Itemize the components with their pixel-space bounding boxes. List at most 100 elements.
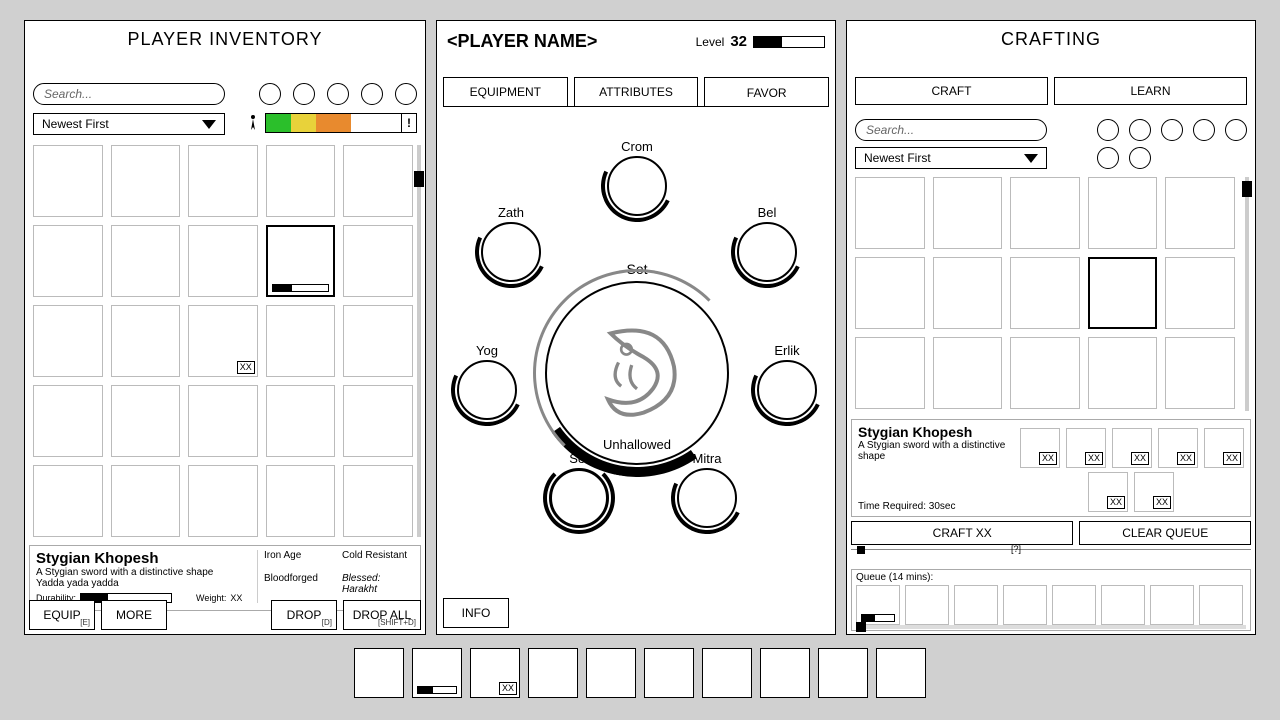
inv-slot[interactable] [111,465,181,537]
more-button[interactable]: MORE [101,600,167,630]
recipe-slot[interactable] [855,257,925,329]
hotbar-slot[interactable] [818,648,868,698]
hotbar-slot[interactable] [354,648,404,698]
inv-slot[interactable] [266,305,336,377]
recipe-slot[interactable] [1165,257,1235,329]
recipe-slot[interactable] [1010,337,1080,409]
inv-slot[interactable] [33,225,103,297]
filter-dot-4[interactable] [361,83,383,105]
info-button[interactable]: INFO [443,598,509,628]
inventory-scrollbar[interactable] [417,145,421,537]
recipe-slot[interactable] [1088,337,1158,409]
favor-zath[interactable]: Zath [481,205,541,282]
inv-slot[interactable] [188,145,258,217]
recipe-slot[interactable] [855,177,925,249]
inv-slot[interactable] [111,225,181,297]
inv-slot[interactable] [33,465,103,537]
hotbar-slot[interactable] [586,648,636,698]
inv-slot[interactable]: XX [188,305,258,377]
favor-mitra[interactable]: Mitra [677,451,737,528]
recipe-slot[interactable] [933,177,1003,249]
recipe-slot[interactable] [855,337,925,409]
drop-button[interactable]: DROP[D] [271,600,337,630]
inv-slot[interactable] [266,145,336,217]
tab-equipment[interactable]: EQUIPMENT [443,77,568,107]
ingredient-slot[interactable]: XX [1204,428,1244,468]
inv-slot[interactable] [111,385,181,457]
crafting-sort[interactable]: Newest First [855,147,1047,169]
craft-filter-6[interactable] [1097,147,1119,169]
craft-filter-5[interactable] [1225,119,1247,141]
ingredient-slot[interactable]: XX [1088,472,1128,512]
recipe-scroll-thumb[interactable] [1242,181,1252,197]
inventory-search[interactable]: Search... [33,83,225,105]
inv-slot[interactable] [33,145,103,217]
inventory-scroll-thumb[interactable] [414,171,424,187]
inv-slot[interactable] [188,465,258,537]
recipe-scrollbar[interactable] [1245,177,1249,411]
inv-slot[interactable] [343,385,413,457]
tab-attributes[interactable]: ATTRIBUTES [574,77,699,107]
filter-dot-5[interactable] [395,83,417,105]
crafting-search[interactable]: Search... [855,119,1047,141]
inv-slot[interactable] [343,305,413,377]
inv-slot[interactable] [33,305,103,377]
tab-favor[interactable]: FAVOR [704,77,829,107]
craft-filter-3[interactable] [1161,119,1183,141]
hotbar-slot[interactable] [644,648,694,698]
filter-dot-1[interactable] [259,83,281,105]
craft-button[interactable]: CRAFT XX [851,521,1073,545]
inv-slot[interactable] [266,465,336,537]
recipe-slot[interactable] [1165,337,1235,409]
recipe-slot-selected[interactable] [1088,257,1158,329]
queue-slot[interactable] [1052,585,1096,625]
recipe-slot[interactable] [933,337,1003,409]
inv-slot[interactable] [343,145,413,217]
craft-filter-1[interactable] [1097,119,1119,141]
inv-slot[interactable] [188,385,258,457]
favor-crom[interactable]: Crom [607,139,667,216]
hotbar-slot[interactable]: XX [470,648,520,698]
ingredient-slot[interactable]: XX [1134,472,1174,512]
queue-slot[interactable] [1003,585,1047,625]
hotbar-slot[interactable] [702,648,752,698]
recipe-slot[interactable] [1088,177,1158,249]
inv-slot[interactable] [343,465,413,537]
inventory-sort[interactable]: Newest First [33,113,225,135]
queue-scrollbar[interactable] [856,625,1246,629]
inv-slot[interactable] [188,225,258,297]
queue-slot[interactable] [1150,585,1194,625]
inv-slot-selected[interactable] [266,225,336,297]
clear-queue-button[interactable]: CLEAR QUEUE [1079,521,1251,545]
inv-slot[interactable] [111,305,181,377]
tab-craft[interactable]: CRAFT [855,77,1048,105]
inv-slot[interactable] [111,145,181,217]
queue-slot[interactable] [1101,585,1145,625]
hotbar-slot[interactable] [876,648,926,698]
recipe-slot[interactable] [933,257,1003,329]
inv-slot[interactable] [266,385,336,457]
queue-slot[interactable] [905,585,949,625]
favor-bel[interactable]: Bel [737,205,797,282]
inv-slot[interactable] [33,385,103,457]
craft-filter-7[interactable] [1129,147,1151,169]
favor-yog[interactable]: Yog [457,343,517,420]
ingredient-slot[interactable]: XX [1158,428,1198,468]
favor-set[interactable]: Set [549,451,609,528]
ingredient-slot[interactable]: XX [1112,428,1152,468]
quantity-slider[interactable]: [?] [851,549,1251,560]
hotbar-slot[interactable] [760,648,810,698]
recipe-slot[interactable] [1010,257,1080,329]
ingredient-slot[interactable]: XX [1020,428,1060,468]
recipe-slot[interactable] [1165,177,1235,249]
craft-filter-4[interactable] [1193,119,1215,141]
filter-dot-3[interactable] [327,83,349,105]
hotbar-slot[interactable] [528,648,578,698]
favor-erlik[interactable]: Erlik [757,343,817,420]
inv-slot[interactable] [343,225,413,297]
queue-slot[interactable] [856,585,900,625]
tab-learn[interactable]: LEARN [1054,77,1247,105]
queue-slot[interactable] [1199,585,1243,625]
filter-dot-2[interactable] [293,83,315,105]
queue-slot[interactable] [954,585,998,625]
